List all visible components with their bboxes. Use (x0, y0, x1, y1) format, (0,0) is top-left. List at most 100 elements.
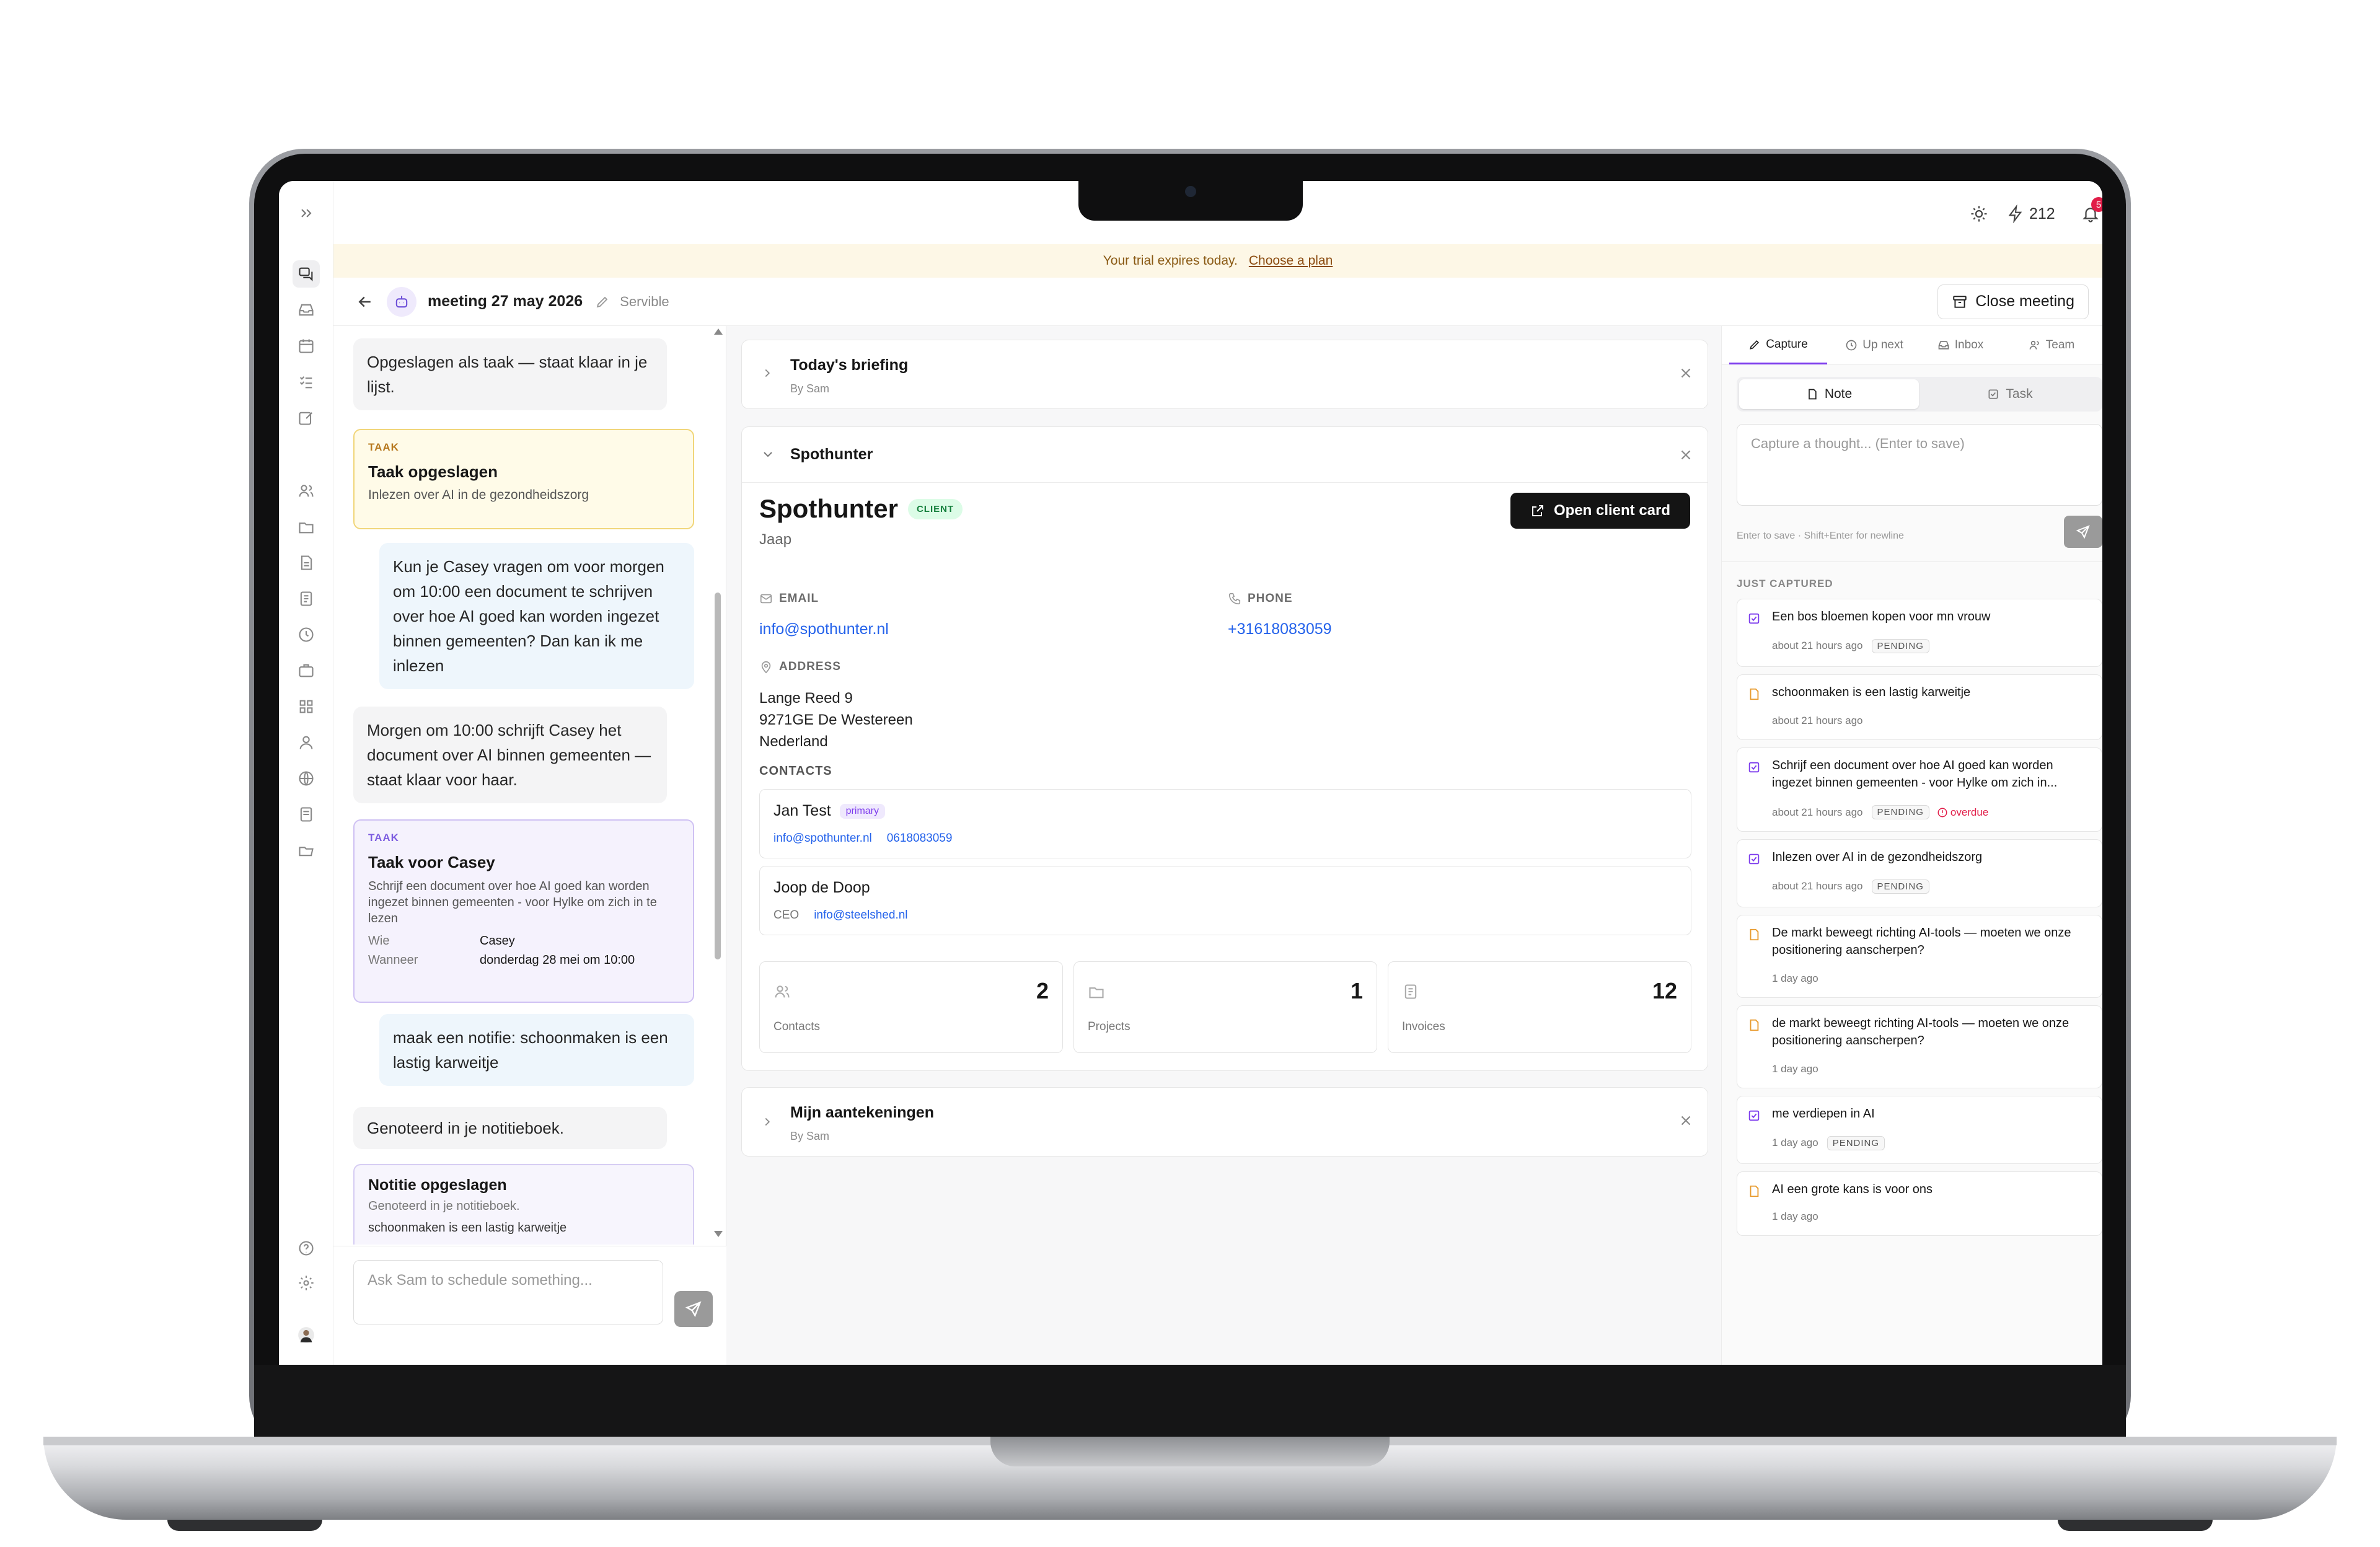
alert-icon (1937, 808, 1947, 817)
note-card-title: Notitie opgeslagen (368, 1176, 507, 1194)
user-icon[interactable] (293, 729, 320, 756)
stat-contacts[interactable]: 2 Contacts (759, 961, 1063, 1053)
open-client-card-button[interactable]: Open client card (1510, 493, 1690, 529)
right-tabs: Capture Up next Inbox Team (1722, 326, 2102, 364)
close-icon[interactable] (1678, 1113, 1694, 1129)
client-phone[interactable]: +31618083059 (1228, 620, 1332, 638)
tab-label: Capture (1766, 337, 1808, 351)
toggle-task[interactable]: Task (1920, 379, 2100, 409)
globe-icon[interactable] (293, 765, 320, 792)
documents-icon[interactable] (293, 549, 320, 576)
settings-icon[interactable] (293, 1269, 320, 1297)
captured-item[interactable]: Inlezen over AI in de gezondheidszorg ab… (1737, 839, 2102, 907)
assistant-message: Genoteerd in je notitieboek. (353, 1107, 667, 1149)
captured-item[interactable]: De markt beweegt richting AI-tools — moe… (1737, 915, 2102, 998)
note-task-toggle: Note Task (1737, 377, 2102, 412)
tab-up-next[interactable]: Up next (1831, 326, 1918, 364)
credits[interactable]: 212 (2007, 205, 2055, 223)
scroll-thumb[interactable] (715, 593, 721, 959)
item-text: AI een grote kans is voor ons (1772, 1183, 1933, 1196)
task-saved-card[interactable]: TAAK Taak opgeslagen Inlezen over AI in … (353, 429, 694, 529)
phone-icon (1228, 593, 1241, 605)
projects-icon[interactable] (293, 513, 320, 540)
briefcase-icon[interactable] (293, 657, 320, 684)
laptop-foot-left (167, 1520, 322, 1531)
capture-send-button[interactable] (2064, 516, 2102, 548)
task-check-icon (1748, 762, 1760, 773)
back-arrow-icon[interactable] (356, 293, 374, 311)
contact-row[interactable]: Joop de Doop CEO info@steelshed.nl (759, 866, 1691, 935)
send-icon (685, 1301, 702, 1318)
captured-item[interactable]: de markt beweegt richting AI-tools — moe… (1737, 1005, 2102, 1088)
chat-icon[interactable] (293, 260, 320, 288)
choose-plan-link[interactable]: Choose a plan (1249, 253, 1333, 268)
item-ago: 1 day ago (1772, 1063, 1818, 1075)
phone-label: PHONE (1248, 592, 1293, 605)
tab-capture[interactable]: Capture (1729, 326, 1827, 364)
captured-item[interactable]: Een bos bloemen kopen voor mn vrouw abou… (1737, 599, 2102, 667)
tab-team[interactable]: Team (2008, 326, 2095, 364)
client-section-header[interactable]: Spothunter (742, 427, 1708, 483)
address-line: Nederland (759, 733, 828, 750)
pencil-icon[interactable] (595, 294, 610, 309)
captured-item[interactable]: Schrijf een document over hoe AI goed ka… (1737, 747, 2102, 832)
inbox-icon[interactable] (293, 296, 320, 324)
briefing-section[interactable]: Today's briefing By Sam (741, 340, 1708, 409)
captured-item[interactable]: me verdiepen in AI 1 day ago PENDING (1737, 1096, 2102, 1164)
avatar[interactable] (293, 1321, 320, 1349)
notification-badge: 5 (2091, 197, 2102, 212)
address-line: 9271GE De Westereen (759, 712, 913, 728)
toggle-note[interactable]: Note (1739, 379, 1919, 409)
scroll-up-icon[interactable] (714, 328, 723, 335)
send-button[interactable] (674, 1291, 713, 1327)
scroll-down-icon[interactable] (714, 1231, 723, 1237)
note-saved-card[interactable]: Notitie opgeslagen Genoteerd in je notit… (353, 1164, 694, 1245)
theme-toggle-icon[interactable] (1970, 205, 1988, 223)
laptop-chin (254, 1365, 2126, 1439)
apps-icon[interactable] (293, 693, 320, 720)
camera-lens (1185, 186, 1196, 197)
edit-icon[interactable] (293, 404, 320, 431)
task-check-icon (1748, 1110, 1760, 1121)
chevron-down-icon[interactable] (760, 447, 775, 462)
client-address: Lange Reed 9 9271GE De Westereen Nederla… (759, 687, 913, 752)
meeting-company: Servible (620, 293, 669, 309)
inbox-icon (1938, 341, 1949, 350)
captured-item[interactable]: AI een grote kans is voor ons 1 day ago (1737, 1171, 2102, 1236)
tasks-icon[interactable] (293, 368, 320, 395)
chat-input[interactable]: Ask Sam to schedule something... (353, 1260, 663, 1324)
client-email[interactable]: info@spothunter.nl (759, 620, 889, 638)
clients-icon[interactable] (293, 477, 320, 505)
calendar-icon[interactable] (293, 332, 320, 359)
invoices-icon[interactable] (293, 585, 320, 612)
chevron-right-icon[interactable] (760, 1115, 774, 1129)
pending-badge: PENDING (1871, 805, 1929, 819)
notebook-icon[interactable] (293, 801, 320, 828)
chat-scrollbar[interactable] (713, 326, 723, 1241)
notes-section[interactable]: Mijn aantekeningen By Sam (741, 1087, 1708, 1157)
contact-phone[interactable]: 0618083059 (887, 832, 953, 845)
capture-input[interactable]: Capture a thought... (Enter to save) (1737, 424, 2102, 506)
pending-badge: PENDING (1871, 639, 1929, 653)
task-for-casey-card[interactable]: TAAK Taak voor Casey Schrijf een documen… (353, 819, 694, 1003)
expand-sidebar-icon[interactable] (293, 200, 320, 227)
contact-name: Jan Test (774, 802, 831, 819)
stat-projects[interactable]: 1 Projects (1073, 961, 1377, 1053)
item-text: Een bos bloemen kopen voor mn vrouw (1772, 610, 1991, 624)
stat-invoices[interactable]: 12 Invoices (1388, 961, 1691, 1053)
help-icon[interactable] (293, 1235, 320, 1262)
notes-by: By Sam (790, 1130, 830, 1142)
contact-email[interactable]: info@steelshed.nl (814, 909, 907, 922)
time-icon[interactable] (293, 621, 320, 648)
capture-panel: Capture Up next Inbox Team Note Task Cap… (1722, 326, 2102, 1365)
contact-row[interactable]: Jan Test primary info@spothunter.nl 0618… (759, 789, 1691, 858)
close-icon[interactable] (1678, 447, 1694, 463)
captured-item[interactable]: schoonmaken is een lastig karweitje abou… (1737, 674, 2102, 740)
tab-inbox[interactable]: Inbox (1920, 326, 2001, 364)
chevron-right-icon[interactable] (760, 366, 774, 380)
close-icon[interactable] (1678, 365, 1694, 381)
close-meeting-button[interactable]: Close meeting (1937, 284, 2089, 319)
who-value: Casey (480, 934, 515, 948)
contact-email[interactable]: info@spothunter.nl (774, 832, 872, 845)
folder-open-icon[interactable] (293, 837, 320, 864)
